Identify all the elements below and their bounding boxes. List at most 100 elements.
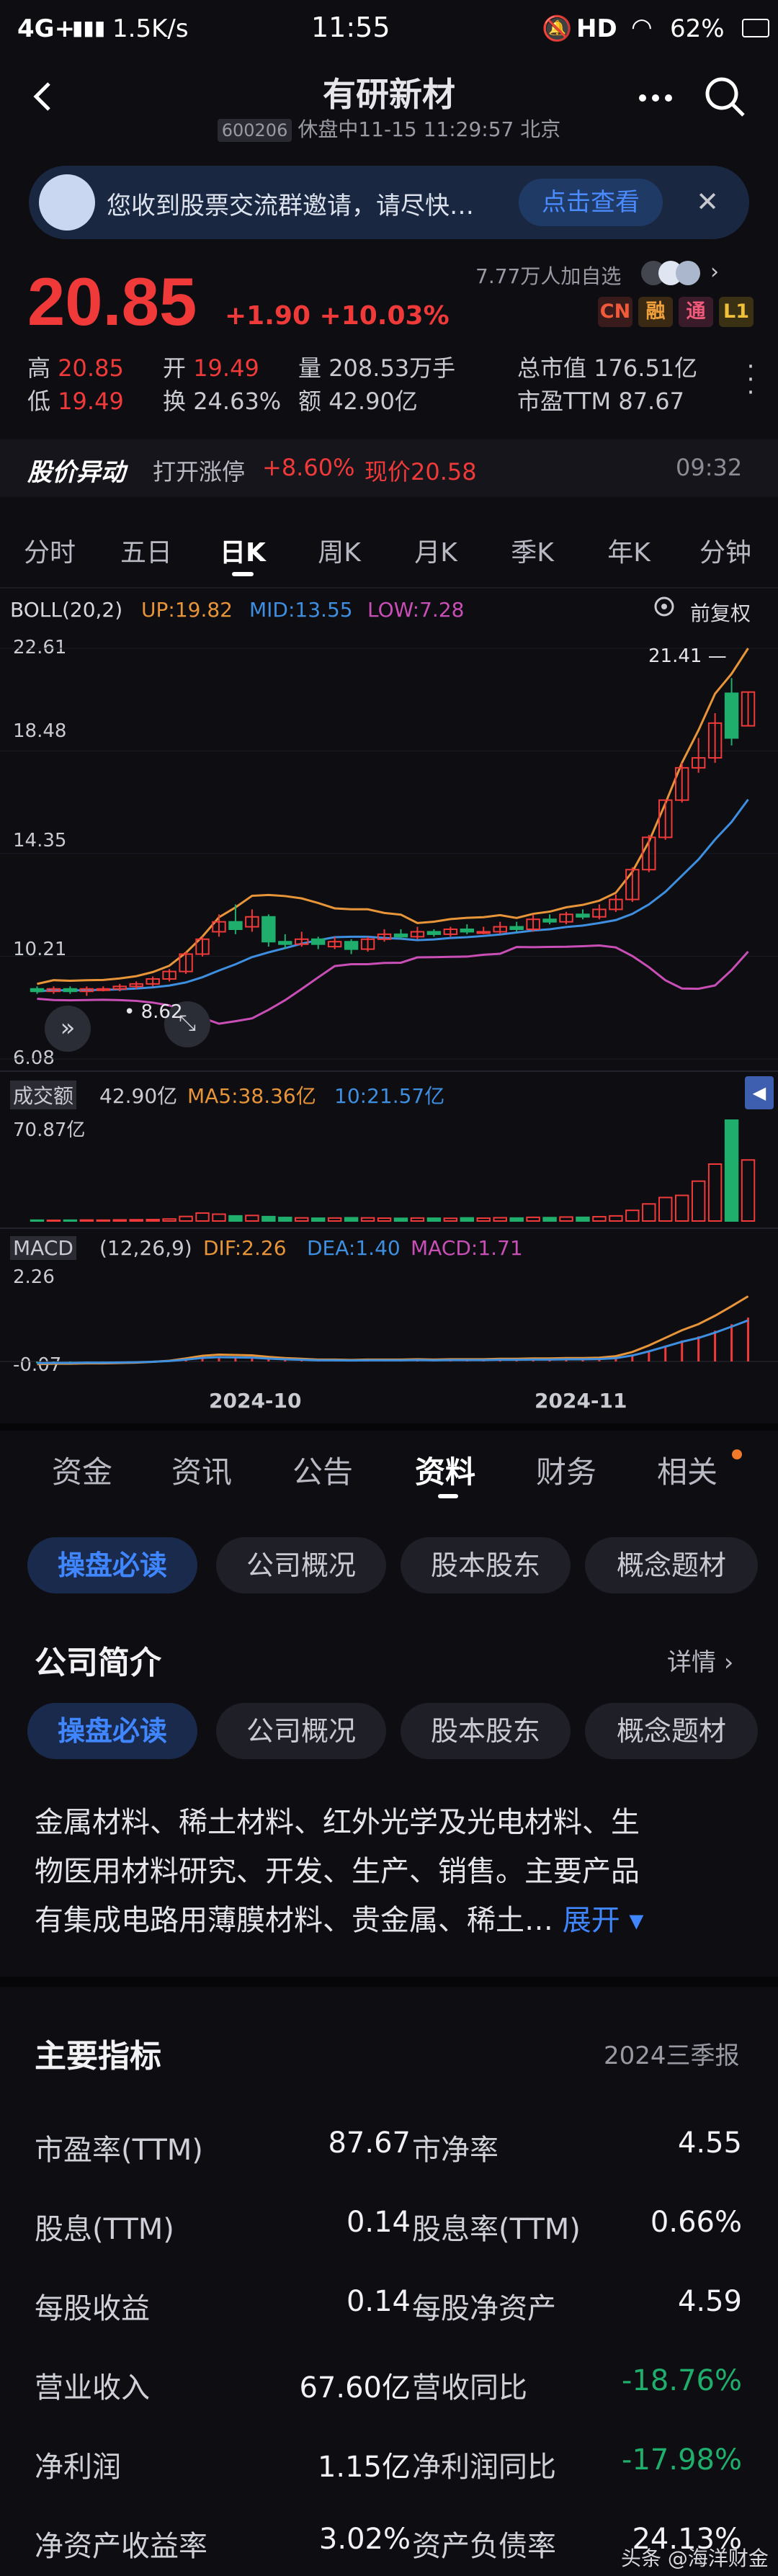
info-tab[interactable]: 资金 (52, 1448, 112, 1492)
tag-l1: L1 (719, 297, 754, 327)
stat-label: 量 (298, 354, 322, 382)
battery-icon (742, 19, 769, 37)
status-bar: 4G+ ▮▮▮ 1.5K/s 11:55 🔕 HD ◠ 62% (0, 0, 778, 58)
report-period[interactable]: 2024三季报 (604, 2036, 740, 2071)
sub-tab-pill[interactable]: 公司概况 (216, 1703, 386, 1759)
indicator-label: 每股收益 (35, 2292, 150, 2325)
indicator-value: 1.15亿 (317, 2451, 411, 2484)
stat-value: 176.51亿 (594, 354, 698, 382)
indicator-label: 市净率 (412, 2134, 498, 2167)
info-tab[interactable]: 公告 (292, 1448, 353, 1492)
market-status-text: 休盘中11-15 11:29:57 北京 (298, 117, 561, 141)
stat-label: 开 (163, 354, 187, 382)
alert-pct: +8.60% (262, 454, 355, 481)
sub-tab-pill[interactable]: 操盘必读 (27, 1703, 197, 1759)
indicator-label: 每股净资产 (412, 2292, 556, 2325)
chevron-right-icon: › (710, 259, 719, 285)
period-tab[interactable]: 日K (194, 532, 291, 569)
info-tab[interactable]: 资料 (415, 1448, 475, 1492)
volume-value: 42.90亿 (99, 1084, 178, 1108)
divider (0, 1070, 778, 1072)
indicator-value: 3.02% (318, 2523, 411, 2556)
network-indicator: 4G+ (17, 14, 76, 43)
clock: 11:55 (311, 12, 390, 43)
indicator-value: 87.67 (328, 2126, 411, 2160)
company-section-title: 公司简介 (35, 1645, 161, 1681)
candle (228, 921, 243, 931)
current-price: 20.85 (27, 264, 197, 339)
volume-bar (509, 1217, 524, 1222)
close-icon[interactable]: ✕ (686, 180, 729, 223)
banner-text: 您收到股票交流群邀请，请尽快… (107, 192, 474, 220)
indicator-label: 营收同比 (412, 2371, 527, 2405)
stat-value: 208.53万手 (328, 354, 456, 382)
period-tab[interactable]: 分时 (1, 532, 98, 569)
watcher-avatars[interactable]: › (641, 256, 728, 288)
candlestick-chart[interactable] (0, 627, 778, 1088)
search-button[interactable] (700, 72, 751, 122)
period-tab[interactable]: 季K (484, 532, 581, 569)
scroll-left-button[interactable]: » (45, 1006, 91, 1052)
period-tab[interactable]: 分钟 (677, 532, 774, 569)
expand-stats-icon[interactable]: · · · (742, 354, 759, 405)
period-tab[interactable]: 五日 (98, 532, 194, 569)
stat-value: 42.90亿 (328, 388, 418, 415)
indicator-label: 净利润 (35, 2451, 121, 2484)
net-speed: 1.5K/s (112, 14, 189, 43)
boll-up: UP:19.82 (141, 598, 233, 622)
volume-label[interactable]: 成交额 (10, 1081, 77, 1109)
settings-icon[interactable] (651, 594, 677, 620)
volume-bar (559, 1216, 573, 1222)
stat-label: 高 (27, 354, 51, 382)
volume-bar (592, 1216, 607, 1222)
volume-bar (576, 1216, 590, 1222)
sub-tab-pill[interactable]: 操盘必读 (27, 1537, 197, 1593)
volume-bar (96, 1219, 111, 1222)
volume-bar (609, 1215, 623, 1222)
volume-bar (360, 1217, 375, 1222)
alert-text: 打开涨停 (153, 458, 246, 486)
low-mark: • 8.62 (124, 1001, 183, 1023)
stat-item: 低 19.49 (27, 383, 124, 416)
adjust-mode[interactable]: 前复权 (690, 598, 751, 627)
macd-label[interactable]: MACD (10, 1236, 76, 1260)
volume-bar (112, 1219, 127, 1222)
sub-tab-pill[interactable]: 概念题材 (585, 1703, 758, 1759)
collapse-panel-icon[interactable]: ◀ (745, 1076, 774, 1109)
watchers-count: 7.77万人加自选 (475, 264, 622, 288)
stat-item: 量 208.53万手 (298, 350, 455, 383)
expand-link[interactable]: 展开 ▾ (563, 1904, 644, 1937)
price-alert-row[interactable]: 股价异动 打开涨停 +8.60% 现价20.58 09:32 (0, 439, 778, 497)
period-tab[interactable]: 月K (388, 532, 484, 569)
volume-bar (261, 1215, 276, 1222)
sub-tab-pill[interactable]: 股本股东 (401, 1537, 571, 1593)
stat-value: 19.49 (58, 388, 124, 415)
invite-banner[interactable]: 您收到股票交流群邀请，请尽快… 点击查看 ✕ (29, 166, 749, 239)
volume-bar (295, 1217, 309, 1222)
volume-bar (310, 1217, 326, 1222)
period-tab[interactable]: 周K (291, 532, 388, 569)
details-link[interactable]: 详情 › (667, 1642, 733, 1678)
indicator-label: 股息(TTM) (35, 2213, 174, 2246)
sub-tab-pill[interactable]: 概念题材 (585, 1537, 758, 1593)
divider (0, 587, 778, 589)
volume-bar (46, 1220, 61, 1222)
info-tab[interactable]: 资讯 (171, 1448, 232, 1492)
info-tab[interactable]: 财务 (536, 1448, 596, 1492)
info-tab[interactable]: 相关 (657, 1448, 717, 1492)
indicator-label: 股息率(TTM) (412, 2213, 581, 2246)
view-invite-button[interactable]: 点击查看 (519, 179, 663, 226)
volume-ma10: 10:21.57亿 (334, 1084, 445, 1108)
stat-item: 换 24.63% (163, 383, 281, 416)
alert-title: 股价异动 (27, 458, 125, 487)
sub-tab-pill[interactable]: 股本股东 (401, 1703, 571, 1759)
indicator-value: -17.98% (622, 2443, 742, 2477)
signal-icon: ▮▮▮ (72, 16, 106, 40)
sub-tab-pill[interactable]: 公司概况 (216, 1537, 386, 1593)
volume-bar (658, 1197, 673, 1222)
indicator-value: -18.76% (622, 2364, 742, 2397)
more-button[interactable] (634, 75, 677, 118)
period-tab[interactable]: 年K (581, 532, 677, 569)
indicator-value: 0.14 (346, 2206, 411, 2239)
stat-item: 高 20.85 (27, 350, 124, 383)
